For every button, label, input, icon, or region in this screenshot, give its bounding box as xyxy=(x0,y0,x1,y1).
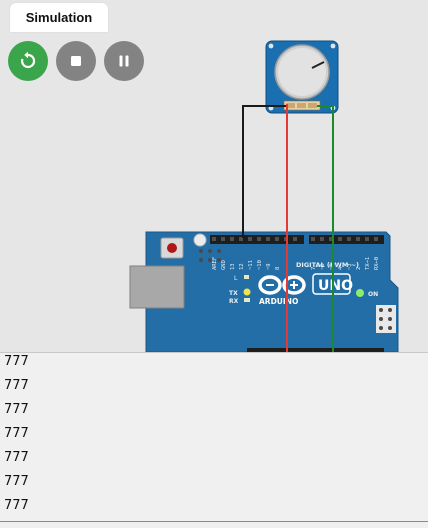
serial-line: 777 xyxy=(4,498,29,513)
rx-label: RX xyxy=(229,298,239,305)
reset-button[interactable] xyxy=(167,243,177,253)
uno-label: UNO xyxy=(318,278,353,294)
digital-label: DIGITAL (PWM ~) xyxy=(296,261,359,269)
on-label: ON xyxy=(368,291,378,298)
serial-line: 777 xyxy=(4,378,29,393)
serial-line: 777 xyxy=(4,426,29,441)
led-on xyxy=(356,289,364,297)
pin-label: ~11 xyxy=(248,260,254,270)
led-rx xyxy=(244,298,250,302)
pin-label: 8 xyxy=(275,267,281,270)
pin-label: 12 xyxy=(239,263,245,270)
pin-label: TX→1 xyxy=(365,257,371,270)
pin-label: ~9 xyxy=(266,263,272,270)
tx-label: TX xyxy=(229,290,238,297)
serial-monitor[interactable]: 777 777 777 777 777 777 777 xyxy=(0,352,428,528)
tab-simulation[interactable]: Simulation xyxy=(10,3,108,32)
pin-label: RX←0 xyxy=(374,257,380,270)
pin-label: 13 xyxy=(230,263,236,270)
potentiometer[interactable] xyxy=(265,40,339,114)
serial-line: 777 xyxy=(4,354,29,369)
serial-line: 777 xyxy=(4,474,29,489)
divider xyxy=(0,521,428,522)
arduino-board[interactable]: AREF GND 13 12 ~11 ~10 ~9 8 7 ~6 ~5 4 ~3… xyxy=(129,231,399,352)
simulation-canvas[interactable]: AREF GND 13 12 ~11 ~10 ~9 8 7 ~6 ~5 4 ~3… xyxy=(0,32,428,352)
serial-line: 777 xyxy=(4,450,29,465)
arduino-logo-text: ARDUINO xyxy=(259,297,298,306)
pin-label: ~10 xyxy=(257,260,263,270)
serial-line: 777 xyxy=(4,402,29,417)
pin-label: GND xyxy=(221,260,227,270)
gnd-wire[interactable] xyxy=(242,105,288,238)
pin-label: AREF xyxy=(212,257,218,270)
toolbar: Simulation xyxy=(0,0,428,32)
usb-connector xyxy=(129,265,185,309)
led-l xyxy=(244,275,249,279)
led-tx xyxy=(243,288,251,296)
